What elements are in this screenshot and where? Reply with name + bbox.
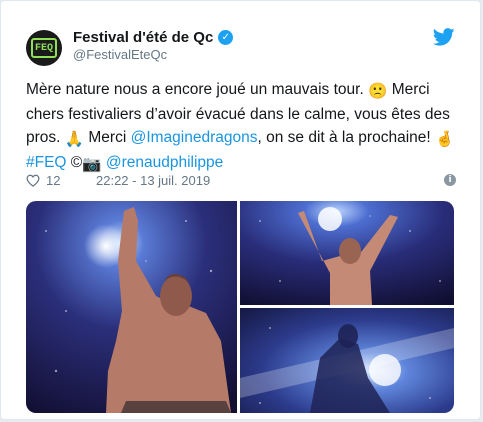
tweet-link[interactable]: @renaudphilippe [106,154,223,171]
emoji-icon: 🙁 [368,83,388,100]
tweet-link[interactable]: @Imaginedragons [131,129,258,146]
like-button[interactable]: 12 [26,173,60,188]
tweet-header: FEQ Festival d'été de Qc ✓ @FestivalEteQ… [1,1,480,71]
account-name-row[interactable]: Festival d'été de Qc ✓ [73,27,234,47]
account-handle[interactable]: @FestivalEteQc [73,47,167,62]
like-count: 12 [46,173,61,188]
tweet-text-segment: © [66,154,83,171]
tweet-text-segment: Merci [84,129,131,146]
photo-singer-silhouette[interactable] [240,308,454,413]
photo-singer-left[interactable] [26,201,237,413]
verified-badge-icon: ✓ [218,29,234,45]
heart-icon [26,174,40,187]
account-name[interactable]: Festival d'été de Qc [73,29,213,46]
tweet-text-segment: Mère nature nous a encore joué un mauvai… [26,81,369,98]
info-icon[interactable]: i [444,174,456,186]
photo-singer-arms-raised[interactable] [240,201,454,305]
tweet-text-segment: , on se dit à la prochaine! [257,129,435,146]
emoji-icon: 🤞 [435,131,455,148]
tweet-timestamp[interactable]: 22:22 - 13 juil. 2019 [96,173,210,188]
media-grid [26,201,454,413]
twitter-bird-icon[interactable] [433,28,455,46]
tweet-card: FEQ Festival d'été de Qc ✓ @FestivalEteQ… [0,0,481,420]
emoji-icon: 🙏 [64,131,85,148]
tweet-link[interactable]: #FEQ [26,154,66,171]
tweet-meta: 12 22:22 - 13 juil. 2019 i [26,173,456,191]
avatar[interactable]: FEQ [26,30,62,66]
tweet-text: Mère nature nous a encore joué un mauvai… [26,78,466,176]
avatar-logo: FEQ [31,38,57,58]
